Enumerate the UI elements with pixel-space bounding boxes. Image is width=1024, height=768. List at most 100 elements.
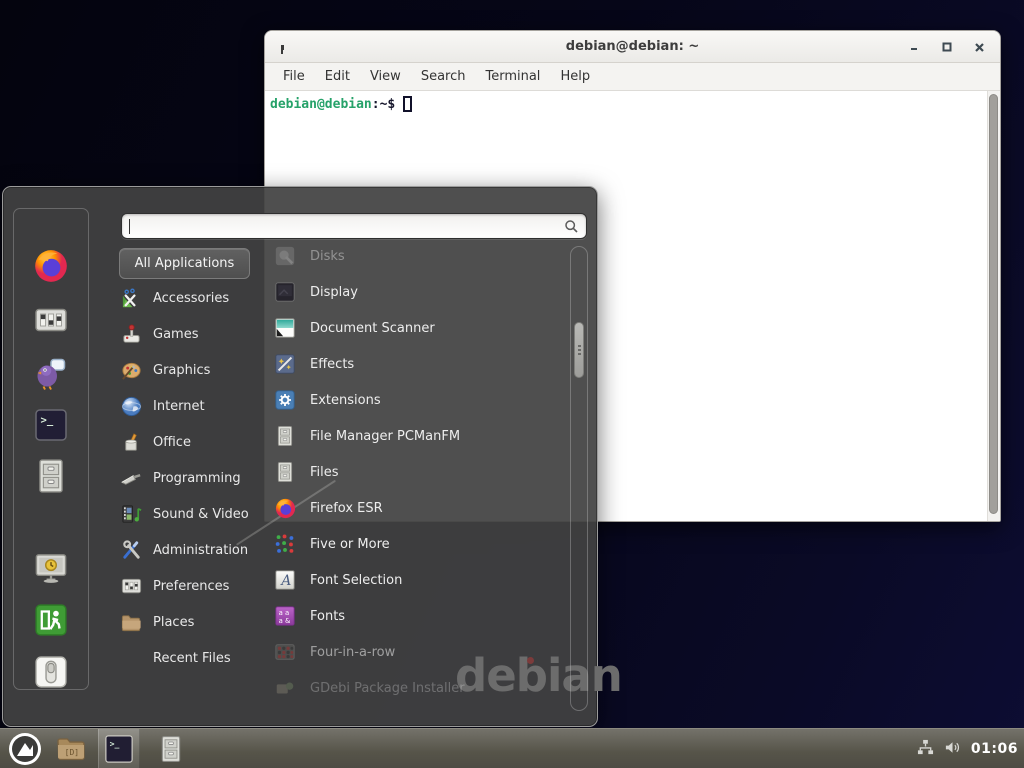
app-label: Five or More bbox=[310, 537, 390, 552]
preferences-icon bbox=[119, 574, 143, 598]
effects-icon bbox=[273, 352, 297, 376]
close-icon[interactable] bbox=[973, 41, 986, 54]
file-cabinet-icon bbox=[34, 458, 68, 494]
favorite-pidgin[interactable] bbox=[31, 353, 71, 393]
sound-video-icon bbox=[119, 502, 143, 526]
accessories-icon bbox=[119, 286, 143, 310]
category-preferences[interactable]: Preferences bbox=[119, 568, 269, 604]
menu-search-box[interactable] bbox=[121, 213, 587, 239]
taskbar-folder-button[interactable]: [D] bbox=[50, 729, 94, 768]
menu-edit[interactable]: Edit bbox=[315, 63, 360, 91]
svg-text:>_: >_ bbox=[110, 738, 120, 748]
app-label: Effects bbox=[310, 357, 354, 372]
favorite-settings[interactable] bbox=[31, 300, 71, 340]
firefox-icon bbox=[32, 247, 70, 285]
app-label: GDebi Package Installer bbox=[310, 681, 465, 696]
search-caret bbox=[129, 219, 130, 234]
app-disks[interactable]: Disks bbox=[273, 238, 567, 274]
logout-icon bbox=[34, 603, 68, 637]
menu-terminal[interactable]: Terminal bbox=[475, 63, 550, 91]
gdebi-icon bbox=[273, 676, 297, 700]
menu-file[interactable]: File bbox=[273, 63, 315, 91]
app-pcmanfm[interactable]: File Manager PCManFM bbox=[273, 418, 567, 454]
all-applications-label: All Applications bbox=[135, 256, 235, 271]
extensions-icon bbox=[273, 388, 297, 412]
all-applications-button[interactable]: All Applications bbox=[119, 248, 250, 279]
menu-button[interactable] bbox=[0, 729, 50, 768]
category-label: Sound & Video bbox=[153, 507, 249, 522]
display-icon bbox=[273, 280, 297, 304]
app-firefox-esr[interactable]: Firefox ESR bbox=[273, 490, 567, 526]
category-programming[interactable]: Programming bbox=[119, 460, 269, 496]
games-icon bbox=[119, 322, 143, 346]
taskbar: [D] >_ bbox=[0, 728, 1024, 768]
category-label: Administration bbox=[153, 543, 248, 558]
category-places[interactable]: Places bbox=[119, 604, 269, 640]
prompt-suffix: :~$ bbox=[372, 97, 395, 112]
window-controls bbox=[907, 31, 986, 63]
menu-help[interactable]: Help bbox=[550, 63, 600, 91]
terminal-icon: >_ bbox=[104, 734, 134, 764]
category-label: Office bbox=[153, 435, 191, 450]
folder-icon: [D] bbox=[56, 735, 88, 763]
app-label: Display bbox=[310, 285, 358, 300]
app-label: Extensions bbox=[310, 393, 381, 408]
app-font-selection[interactable]: A Font Selection bbox=[273, 562, 567, 598]
app-display[interactable]: Display bbox=[273, 274, 567, 310]
category-games[interactable]: Games bbox=[119, 316, 269, 352]
category-office[interactable]: Office bbox=[119, 424, 269, 460]
document-scanner-icon bbox=[273, 316, 297, 340]
category-sound-video[interactable]: Sound & Video bbox=[119, 496, 269, 532]
menu-view[interactable]: View bbox=[360, 63, 411, 91]
app-fonts[interactable]: a a a & Fonts bbox=[273, 598, 567, 634]
file-cabinet-icon bbox=[158, 734, 184, 764]
app-files[interactable]: Files bbox=[273, 454, 567, 490]
category-internet[interactable]: Internet bbox=[119, 388, 269, 424]
category-graphics[interactable]: Graphics bbox=[119, 352, 269, 388]
category-label: Preferences bbox=[153, 579, 229, 594]
favorite-lock-screen[interactable] bbox=[31, 548, 71, 588]
category-administration[interactable]: Administration bbox=[119, 532, 269, 568]
favorite-files[interactable] bbox=[31, 456, 71, 496]
app-label: Disks bbox=[310, 249, 345, 264]
favorite-logout[interactable] bbox=[31, 600, 71, 640]
app-gdebi[interactable]: GDebi Package Installer bbox=[273, 670, 567, 706]
minimize-icon[interactable] bbox=[907, 41, 920, 54]
svg-text:>_: >_ bbox=[41, 415, 54, 427]
app-five-or-more[interactable]: Five or More bbox=[273, 526, 567, 562]
terminal-scrollbar[interactable] bbox=[987, 91, 1000, 522]
category-accessories[interactable]: Accessories bbox=[119, 280, 269, 316]
internet-icon bbox=[119, 394, 143, 418]
category-label: Recent Files bbox=[153, 651, 231, 666]
category-label: Graphics bbox=[153, 363, 210, 378]
search-input[interactable] bbox=[132, 216, 564, 236]
firefox-icon bbox=[273, 496, 297, 520]
app-effects[interactable]: Effects bbox=[273, 346, 567, 382]
shell-prompt: debian@debian:~$ bbox=[270, 96, 412, 112]
app-label: File Manager PCManFM bbox=[310, 429, 460, 444]
favorite-shutdown[interactable] bbox=[31, 652, 71, 692]
app-label: Files bbox=[310, 465, 339, 480]
app-label: Document Scanner bbox=[310, 321, 435, 336]
thumb-grip bbox=[578, 349, 581, 351]
menu-scrollbar[interactable] bbox=[570, 246, 588, 711]
taskbar-files-button[interactable] bbox=[148, 729, 194, 768]
network-icon[interactable] bbox=[917, 739, 934, 760]
app-extensions[interactable]: Extensions bbox=[273, 382, 567, 418]
terminal-titlebar[interactable]: debian@debian: ~ bbox=[265, 31, 1000, 63]
menu-scrollbar-thumb[interactable] bbox=[574, 322, 584, 378]
svg-text:A: A bbox=[279, 573, 291, 589]
favorite-firefox[interactable] bbox=[31, 246, 71, 286]
app-four-in-a-row[interactable]: Four-in-a-row bbox=[273, 634, 567, 670]
volume-icon[interactable] bbox=[944, 739, 961, 760]
menu-search[interactable]: Search bbox=[411, 63, 476, 91]
terminal-scrollbar-thumb[interactable] bbox=[989, 94, 998, 514]
category-recent-files[interactable]: Recent Files bbox=[119, 640, 269, 676]
favorite-terminal[interactable]: >_ bbox=[31, 405, 71, 445]
clock[interactable]: 01:06 bbox=[971, 741, 1018, 757]
app-document-scanner[interactable]: Document Scanner bbox=[273, 310, 567, 346]
category-list: Accessories Games bbox=[119, 280, 269, 676]
thumb-grip bbox=[578, 345, 581, 347]
maximize-icon[interactable] bbox=[940, 41, 953, 54]
taskbar-terminal-button[interactable]: >_ bbox=[98, 729, 140, 768]
